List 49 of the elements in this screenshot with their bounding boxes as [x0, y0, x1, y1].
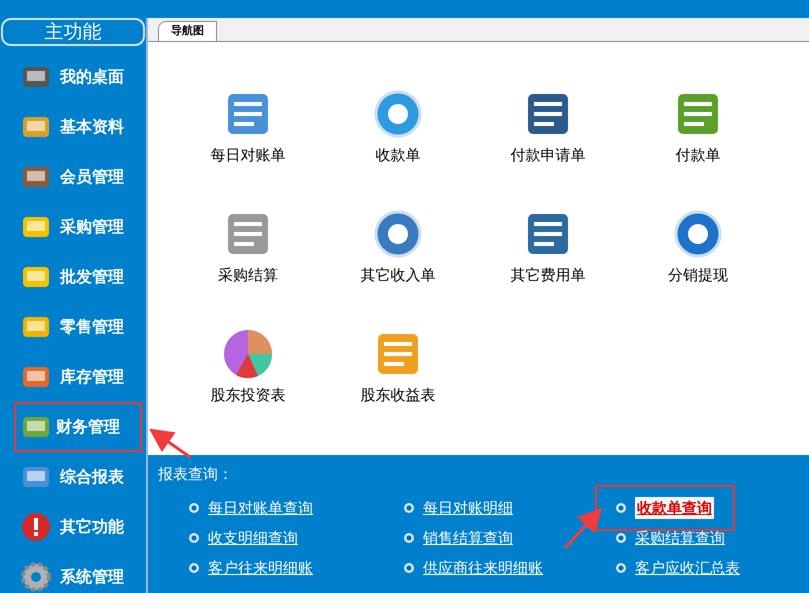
annotation-arrow: [149, 428, 191, 458]
navigation-item[interactable]: 付款申请单: [473, 88, 623, 178]
navigation-icon: [222, 328, 274, 380]
report-title: 报表查询：: [158, 464, 234, 485]
menu-item[interactable]: 综合报表: [0, 452, 146, 502]
navigation-item[interactable]: 收款单: [323, 88, 473, 178]
bullet-icon: [615, 562, 627, 574]
navigation-item[interactable]: 股东收益表: [323, 328, 473, 418]
bullet-icon: [188, 532, 200, 544]
menu-icon: [20, 511, 52, 543]
menu-item[interactable]: 系统管理: [0, 552, 146, 593]
navigation-item[interactable]: 分销提现: [623, 208, 773, 298]
bullet-icon: [615, 502, 627, 514]
menu-item[interactable]: 零售管理: [0, 302, 146, 352]
bullet-icon: [615, 532, 627, 544]
menu-item[interactable]: 基本资料: [0, 102, 146, 152]
menu-item[interactable]: 财务管理: [14, 402, 142, 452]
bullet-icon: [403, 532, 415, 544]
tab[interactable]: 导航图: [158, 21, 217, 41]
report-link[interactable]: 客户应收汇总表: [635, 556, 740, 580]
report-link[interactable]: 供应商往来明细账: [423, 556, 543, 580]
navigation-item[interactable]: 股东投资表: [173, 328, 323, 418]
menu-item[interactable]: 我的桌面: [0, 52, 146, 102]
menu-item[interactable]: 批发管理: [0, 252, 146, 302]
report-link[interactable]: 每日对账单查询: [208, 496, 313, 520]
navigation-item[interactable]: 付款单: [623, 88, 773, 178]
navigation-item[interactable]: 其它收入单: [323, 208, 473, 298]
navigation-icon: [672, 208, 724, 260]
menu-item[interactable]: 会员管理: [0, 152, 146, 202]
navigation-icon: [372, 88, 424, 140]
report-link[interactable]: 客户往来明细账: [208, 556, 313, 580]
bullet-icon: [188, 502, 200, 514]
bullet-icon: [403, 502, 415, 514]
report-link[interactable]: 销售结算查询: [423, 526, 513, 550]
navigation-item[interactable]: 采购结算: [173, 208, 323, 298]
report-link[interactable]: 每日对账明细: [423, 496, 513, 520]
menu-item[interactable]: 采购管理: [0, 202, 146, 252]
menu-item[interactable]: 其它功能: [0, 502, 146, 552]
menu-item[interactable]: 库存管理: [0, 352, 146, 402]
bullet-icon: [403, 562, 415, 574]
sidebar-title: 主功能: [1, 18, 145, 46]
navigation-icon: [372, 208, 424, 260]
navigation-item[interactable]: 其它费用单: [473, 208, 623, 298]
navigation-item[interactable]: 每日对账单: [173, 88, 323, 178]
report-link[interactable]: 采购结算查询: [635, 526, 725, 550]
report-link[interactable]: 收款单查询: [635, 496, 714, 520]
bullet-icon: [188, 562, 200, 574]
annotation-arrow: [564, 508, 602, 550]
report-link[interactable]: 收支明细查询: [208, 526, 298, 550]
